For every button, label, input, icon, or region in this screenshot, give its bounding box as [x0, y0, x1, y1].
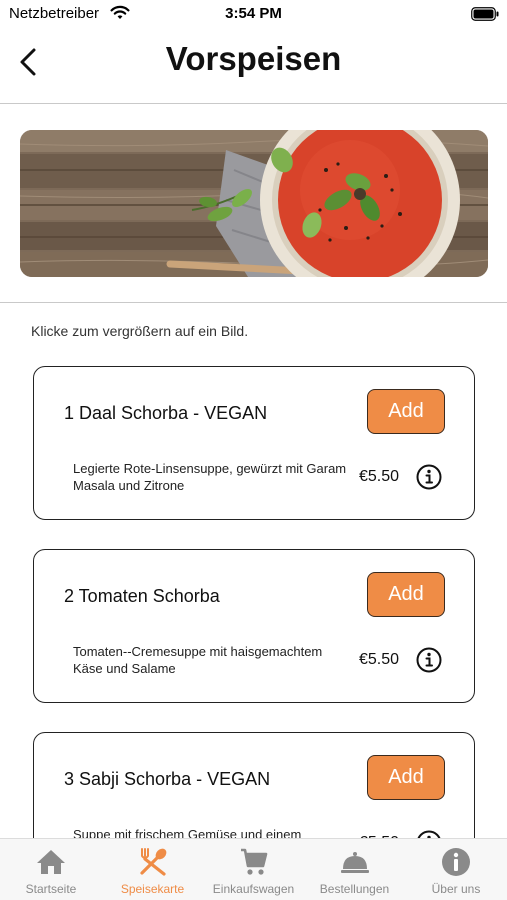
menu-item-price: €5.50	[359, 468, 400, 485]
cart-icon	[240, 848, 267, 875]
info-icon[interactable]	[415, 463, 443, 491]
tab-label: Bestellungen	[319, 882, 390, 896]
hint-text: Klicke zum vergrößern auf ein Bild.	[31, 323, 249, 339]
menu-item-price: €5.50	[359, 651, 400, 668]
tab-label: Einkaufswagen	[212, 882, 295, 896]
add-button[interactable]: Add	[367, 389, 445, 434]
tab-bestellungen[interactable]: Bestellungen	[304, 839, 405, 900]
hero-image[interactable]	[20, 130, 488, 277]
tab-label: Über uns	[431, 882, 481, 896]
info-icon	[442, 848, 470, 876]
hero-divider	[0, 302, 507, 303]
menu-item-title: 2 Tomaten Schorba	[64, 586, 220, 606]
fork-spoon-icon	[139, 848, 166, 876]
menu-item-title: 1 Daal Schorba - VEGAN	[64, 403, 268, 423]
tab-label: Speisekarte	[120, 882, 185, 896]
tab-ueber-uns[interactable]: Über uns	[405, 839, 507, 900]
menu-item-title: 3 Sabji Schorba - VEGAN	[64, 769, 271, 789]
add-button[interactable]: Add	[367, 755, 445, 800]
status-bar: Netzbetreiber 3:54 PM	[0, 0, 507, 30]
header-divider	[0, 103, 507, 104]
tab-speisekarte[interactable]: Speisekarte	[102, 839, 203, 900]
status-time: 3:54 PM	[225, 5, 282, 22]
menu-item-description: Legierte Rote-Linsensuppe, gewürzt mit G…	[73, 461, 347, 493]
tab-label: Startseite	[25, 882, 77, 896]
cloche-icon	[340, 852, 369, 873]
tab-startseite[interactable]: Startseite	[0, 839, 102, 900]
menu-item-description: Tomaten--Cremesuppe mit haisgemachtem Kä…	[73, 644, 323, 676]
battery-icon	[471, 7, 499, 21]
nav-bar: Vorspeisen	[0, 30, 507, 102]
info-icon[interactable]	[415, 646, 443, 674]
tab-bar: Startseite Speisekarte Einkaufswagen Bes…	[0, 838, 507, 900]
menu-item-card: 1 Daal Schorba - VEGAN Add Legierte Rote…	[33, 366, 475, 520]
page-title: Vorspeisen	[165, 40, 342, 77]
tab-einkaufswagen[interactable]: Einkaufswagen	[203, 839, 304, 900]
menu-item-card: 2 Tomaten Schorba Add Tomaten--Cremesupp…	[33, 549, 475, 703]
add-button[interactable]: Add	[367, 572, 445, 617]
home-icon	[37, 850, 65, 874]
